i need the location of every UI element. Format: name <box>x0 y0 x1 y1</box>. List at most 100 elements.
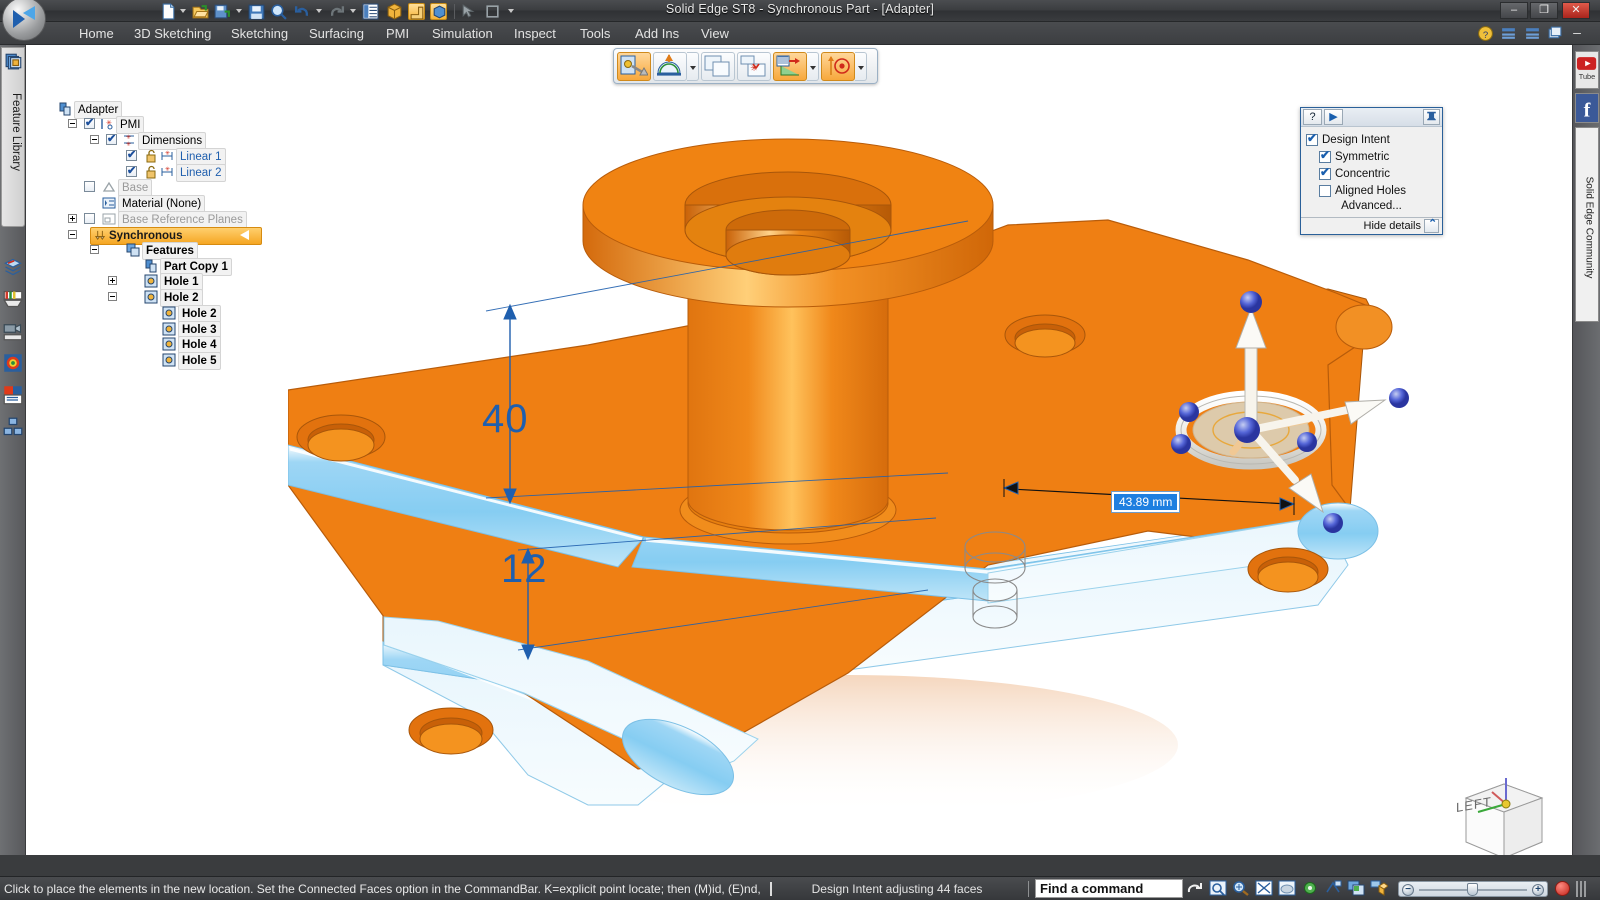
tree-label-linear-2[interactable]: Linear 2 <box>176 164 226 182</box>
design-intent-option-concentric[interactable]: Concentric <box>1319 165 1437 182</box>
chevron-up-icon[interactable] <box>1424 217 1439 233</box>
design-intent-play-button[interactable]: ▶ <box>1324 109 1343 125</box>
tree-checkbox[interactable] <box>126 148 137 161</box>
keypoint-dropdown[interactable] <box>807 51 819 81</box>
advanced-link[interactable]: Advanced... <box>1306 199 1437 215</box>
tree-expander-minus[interactable] <box>68 119 77 128</box>
point-options-button[interactable] <box>821 51 855 81</box>
aligned-holes-checkbox[interactable] <box>1319 184 1331 197</box>
tab-tools[interactable]: Tools <box>571 24 619 44</box>
camera-animation-icon[interactable] <box>3 321 23 341</box>
close-button[interactable]: ✕ <box>1562 2 1590 19</box>
concentric-label: Concentric <box>1335 167 1390 180</box>
hide-details-row[interactable]: Hide details <box>1301 217 1442 234</box>
detach-faces-button[interactable]: ✳ <box>737 51 771 81</box>
select-set-dropdown[interactable] <box>687 51 699 81</box>
tree-checkbox[interactable] <box>126 164 137 177</box>
tree-checkbox[interactable] <box>84 181 95 192</box>
record-macro-button[interactable] <box>1555 881 1570 896</box>
zoom-in-button[interactable]: + <box>1532 883 1544 896</box>
zoom-slider-thumb[interactable] <box>1467 882 1478 896</box>
tree-label-adapter[interactable]: Adapter <box>74 101 123 119</box>
design-intent-help-button[interactable]: ? <box>1303 109 1322 125</box>
tree-checkbox[interactable] <box>84 213 95 224</box>
dimension-edit-box[interactable]: 43.89 mm <box>1110 491 1181 513</box>
solid-edge-community-link[interactable]: Solid Edge Community <box>1575 127 1599 322</box>
fit-window-icon[interactable] <box>1209 880 1229 898</box>
resize-gripper[interactable] <box>1576 880 1586 897</box>
zoom-out-button[interactable]: − <box>1402 883 1414 896</box>
command-bar[interactable]: ✳ <box>613 48 878 84</box>
design-intent-option-symmetric[interactable]: Symmetric <box>1319 148 1437 165</box>
family-of-parts-icon[interactable] <box>3 417 23 437</box>
hole-icon <box>144 290 158 304</box>
tree-expander-minus[interactable] <box>90 135 99 144</box>
youtube-link[interactable]: Tube <box>1575 51 1599 89</box>
restore-button[interactable]: ❐ <box>1530 2 1558 19</box>
tab-add-ins[interactable]: Add Ins <box>626 24 688 44</box>
minimize-button[interactable]: – <box>1500 2 1528 19</box>
copy-faces-button[interactable] <box>701 51 735 81</box>
tab-sketching[interactable]: Sketching <box>222 24 297 44</box>
move-faces-button[interactable] <box>617 51 651 81</box>
design-intent-label: Design Intent <box>1322 133 1390 146</box>
design-intent-option-design-intent[interactable]: Design Intent <box>1306 131 1437 148</box>
find-command-input[interactable]: Find a command <box>1035 879 1183 898</box>
tab-home[interactable]: Home <box>70 24 123 44</box>
aligned-holes-label: Aligned Holes <box>1335 184 1406 197</box>
common-views-icon[interactable] <box>1324 880 1344 898</box>
svg-text:✳: ✳ <box>750 63 758 73</box>
facebook-link[interactable]: f <box>1575 93 1599 123</box>
library-books-icon[interactable] <box>3 289 23 309</box>
status-prompt: Click to place the elements in the new l… <box>4 881 761 896</box>
tree-label-hole-5[interactable]: Hole 5 <box>178 352 221 370</box>
tree-expander-plus[interactable] <box>68 214 77 223</box>
pathfinder-tree[interactable]: Adapter ✳ PMI ✳✳ Dimensions ✳ Linear 1 ✳… <box>26 45 288 855</box>
hole-icon <box>162 322 176 336</box>
design-intent-checkbox[interactable] <box>1306 131 1318 146</box>
tab-view[interactable]: View <box>692 24 738 44</box>
tab-pmi[interactable]: PMI <box>377 24 418 44</box>
collapse-ribbon-icon[interactable] <box>1500 25 1518 42</box>
render-gradient-icon[interactable] <box>3 353 23 373</box>
symmetric-checkbox[interactable] <box>1319 148 1331 163</box>
zoom-all-icon[interactable] <box>1255 880 1275 898</box>
tree-expander-minus[interactable] <box>68 230 77 239</box>
layers-icon[interactable] <box>3 257 23 277</box>
tab-3d-sketching[interactable]: 3D Sketching <box>125 24 220 44</box>
window-overlap-icon[interactable] <box>1347 880 1367 898</box>
tree-checkbox[interactable] <box>84 116 95 129</box>
tree-checkbox[interactable] <box>106 132 117 145</box>
render-part-icon[interactable] <box>1370 880 1390 898</box>
view-cube <box>1464 778 1544 855</box>
tree-expander-minus[interactable] <box>90 245 99 254</box>
hole-feature <box>408 707 494 755</box>
pan-icon[interactable] <box>1278 880 1298 898</box>
dimension-40[interactable]: 40 <box>482 397 529 442</box>
doc-close-icon[interactable]: – <box>1568 25 1586 42</box>
rotate-icon[interactable] <box>1301 880 1321 898</box>
tab-simulation[interactable]: Simulation <box>423 24 502 44</box>
tab-surfacing[interactable]: Surfacing <box>300 24 373 44</box>
help-icon[interactable]: ? <box>1477 25 1495 42</box>
zoom-slider[interactable]: − + <box>1398 880 1548 897</box>
tree-expander-plus[interactable] <box>108 276 117 285</box>
redo-arrow-icon[interactable] <box>1186 880 1206 898</box>
sensors-icon[interactable] <box>3 385 23 405</box>
point-options-dropdown[interactable] <box>855 51 867 81</box>
graphics-viewport[interactable]: 40 12 43.89 mm LEFT ✳ ? ▶ ✔ Design Inten… <box>288 45 1572 855</box>
doc-restore-icon[interactable] <box>1546 25 1564 42</box>
zoom-area-icon[interactable] <box>1232 880 1252 898</box>
tab-inspect[interactable]: Inspect <box>505 24 565 44</box>
pin-icon[interactable] <box>1423 109 1440 125</box>
feature-library-tab[interactable]: Feature Library <box>1 47 25 227</box>
doc-minimize-icon[interactable] <box>1524 25 1542 42</box>
concentric-checkbox[interactable] <box>1319 165 1331 180</box>
select-set-button[interactable] <box>653 51 687 81</box>
keypoint-button[interactable] <box>773 51 807 81</box>
svg-text:✳: ✳ <box>126 141 131 147</box>
tree-expander-minus[interactable] <box>108 292 117 301</box>
design-intent-panel[interactable]: ? ▶ Design Intent Symmetric Concentric A… <box>1300 107 1443 235</box>
dimension-12[interactable]: 12 <box>501 547 548 592</box>
design-intent-option-aligned-holes[interactable]: Aligned Holes <box>1319 182 1437 199</box>
